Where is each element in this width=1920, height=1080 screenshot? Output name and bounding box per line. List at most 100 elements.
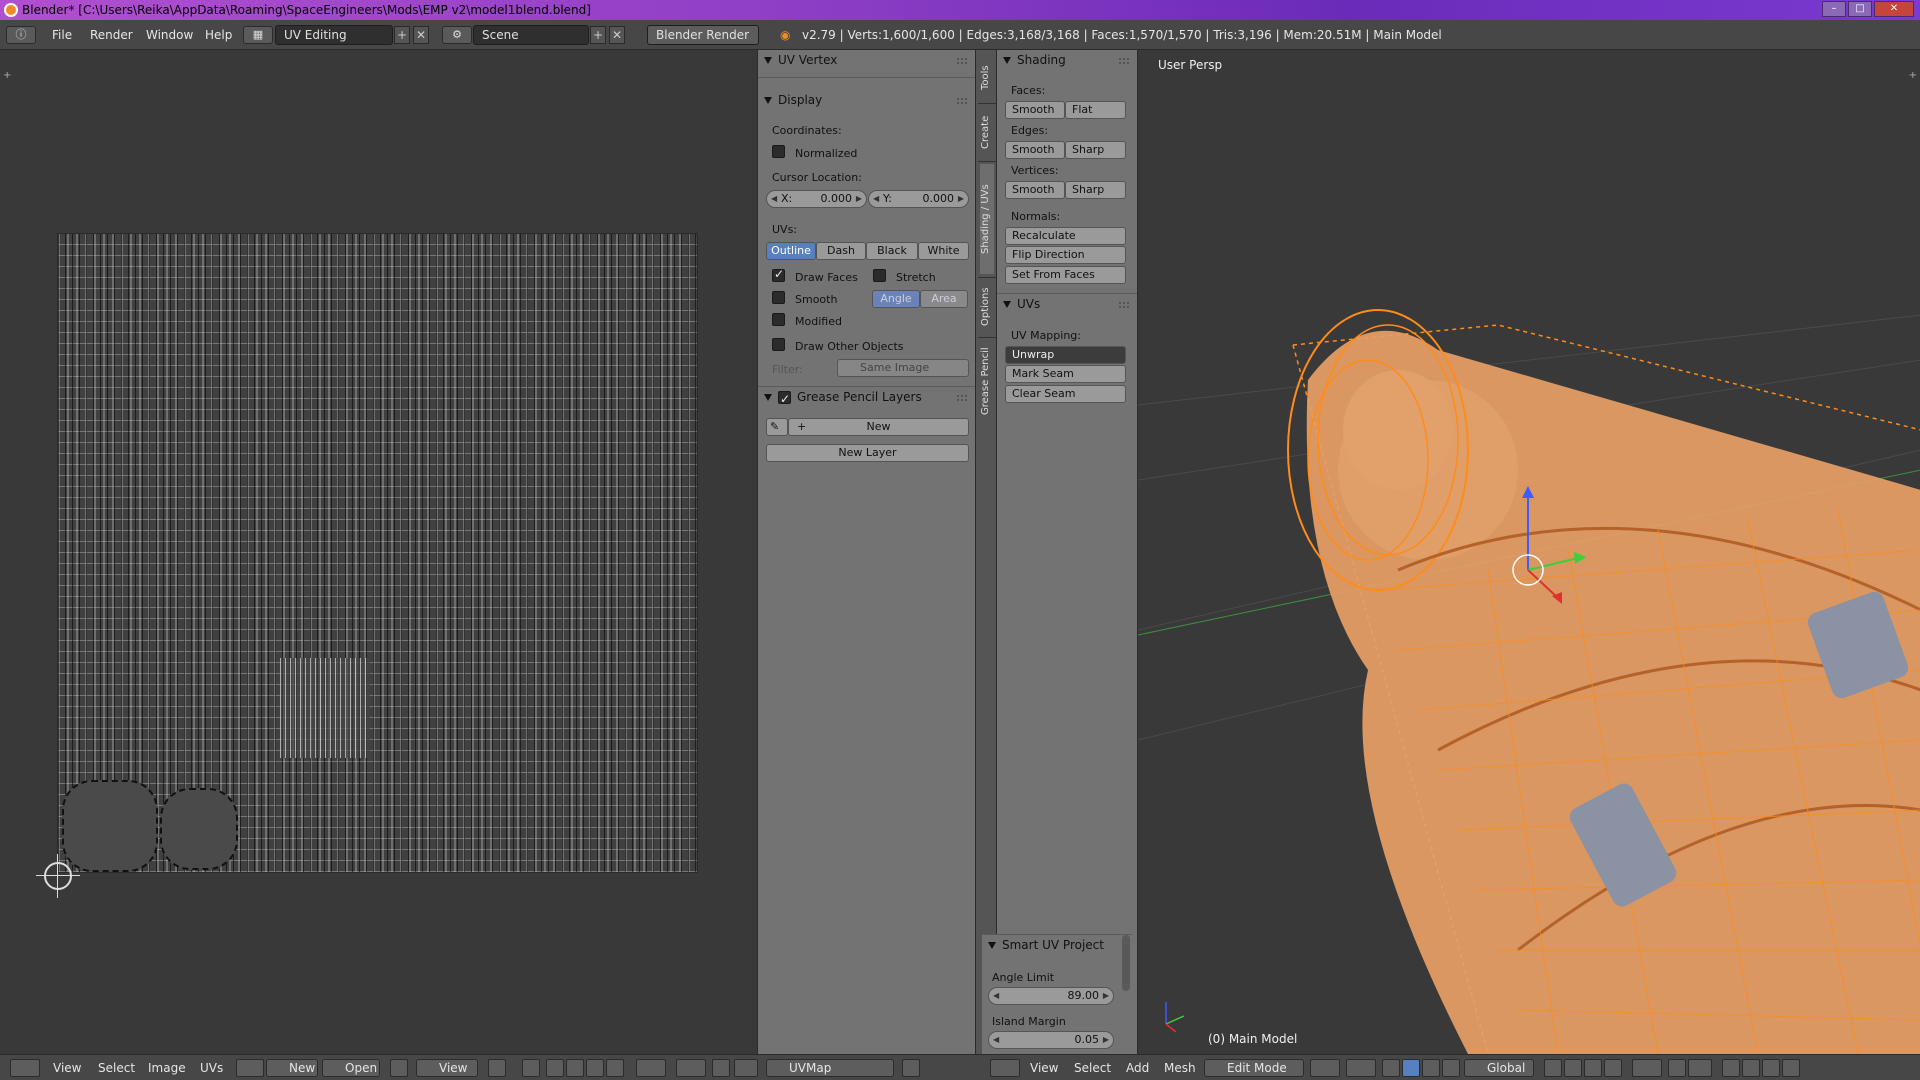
vp-menu-select[interactable]: Select [1074,1055,1111,1080]
uv-menu-uvs[interactable]: UVs [200,1055,223,1080]
render-preview-icon[interactable] [1722,1059,1740,1077]
grease-pencil-new-layer-button[interactable]: New Layer [766,444,969,462]
tab-grease-pencil[interactable]: Grease Pencil [980,340,994,422]
edge-select-mode-icon[interactable] [1564,1059,1582,1077]
recalculate-normals-button[interactable]: Recalculate [1005,227,1126,245]
snap-element-icon[interactable] [734,1059,758,1077]
scene-dropdown[interactable]: Scene [473,25,589,45]
menu-render[interactable]: Render [90,20,133,50]
add-scene-icon[interactable]: + [590,26,606,44]
stretch-area-button[interactable]: Area [920,290,968,308]
2d-cursor-icon[interactable] [36,854,80,898]
minimize-button[interactable]: – [1822,1,1846,17]
vertices-sharp-button[interactable]: Sharp [1065,181,1126,199]
uv-island-strips[interactable] [280,658,370,758]
panel-scrollbar[interactable] [1122,935,1130,991]
edges-smooth-button[interactable]: Smooth [1005,141,1065,159]
maximize-button[interactable]: □ [1848,1,1872,17]
modified-checkbox[interactable] [772,313,785,326]
uv-style-white-button[interactable]: White [918,242,969,260]
normalized-checkbox[interactable] [772,145,785,158]
vertices-smooth-button[interactable]: Smooth [1005,181,1065,199]
uv-island-round-right[interactable] [160,788,238,870]
layers-icon[interactable] [1782,1059,1800,1077]
lock-icon[interactable] [902,1059,920,1077]
view-mode-dropdown[interactable]: View [416,1059,478,1077]
vertex-select-icon[interactable] [546,1059,564,1077]
grease-pencil-panel-header[interactable]: Grease Pencil Layers [764,387,922,409]
snap-toggle-icon[interactable] [1668,1059,1686,1077]
set-from-faces-button[interactable]: Set From Faces [1005,266,1126,284]
sticky-select-icon[interactable] [636,1059,666,1077]
remove-screen-icon[interactable]: ✕ [413,26,429,44]
vertex-select-mode-icon[interactable] [1544,1059,1562,1077]
draw-faces-checkbox[interactable] [772,267,785,282]
remove-scene-icon[interactable]: ✕ [609,26,625,44]
uv-island-round-left[interactable] [62,780,158,872]
menu-window[interactable]: Window [146,20,193,50]
scene-icon[interactable]: ⚙ [442,26,472,44]
render-engine-dropdown[interactable]: Blender Render [647,25,759,45]
image-browse-icon[interactable] [236,1059,264,1077]
screen-layout-dropdown[interactable]: UV Editing [275,25,393,45]
edges-sharp-button[interactable]: Sharp [1065,141,1126,159]
uv-menu-view[interactable]: View [53,1055,81,1080]
stretch-angle-button[interactable]: Angle [872,290,920,308]
manipulator-toggle-icon[interactable] [1382,1059,1400,1077]
open-image-button[interactable]: Open [322,1059,380,1077]
tab-shading-uvs[interactable]: Shading / UVs [980,164,994,274]
opengl-animation-icon[interactable] [1762,1059,1780,1077]
editor-type-image-icon[interactable] [10,1059,40,1077]
uv-menu-image[interactable]: Image [148,1055,186,1080]
grease-pencil-new-button[interactable]: + New [788,418,969,436]
translate-manipulator-icon[interactable] [1402,1059,1420,1077]
island-select-icon[interactable] [606,1059,624,1077]
uvs-panel-header[interactable]: UVs [1003,294,1040,314]
menu-help[interactable]: Help [205,20,232,50]
pivot-icon[interactable] [488,1059,506,1077]
uv-style-black-button[interactable]: Black [866,242,918,260]
uv-image-editor[interactable]: + [0,50,757,1054]
uv-map-dropdown[interactable]: UVMap [766,1059,894,1077]
proportional-edit-icon[interactable] [676,1059,706,1077]
flip-direction-button[interactable]: Flip Direction [1005,246,1126,264]
panel-grip-icon[interactable] [957,98,967,104]
new-image-button[interactable]: New [266,1059,318,1077]
cursor-x-field[interactable]: ◀ X: 0.000 ▶ [766,190,867,208]
angle-limit-field[interactable]: ◀ 89.00 ▶ [988,987,1114,1005]
island-margin-field[interactable]: ◀ 0.05 ▶ [988,1031,1114,1049]
proportional-editing-icon[interactable] [1632,1059,1662,1077]
limit-selection-icon[interactable] [1604,1059,1622,1077]
cursor-y-field[interactable]: ◀ Y: 0.000 ▶ [868,190,969,208]
add-screen-icon[interactable]: + [394,26,410,44]
uv-style-outline-button[interactable]: Outline [766,242,816,260]
panel-grip-icon[interactable] [957,395,967,401]
pin-image-icon[interactable] [390,1059,408,1077]
face-select-mode-icon[interactable] [1584,1059,1602,1077]
vp-menu-add[interactable]: Add [1126,1055,1149,1080]
interaction-mode-dropdown[interactable]: Edit Mode [1204,1059,1304,1077]
face-select-icon[interactable] [586,1059,604,1077]
faces-flat-button[interactable]: Flat [1065,101,1126,119]
tab-options[interactable]: Options [980,280,994,334]
stretch-checkbox[interactable] [873,269,886,282]
transform-orientation-dropdown[interactable]: Global [1464,1059,1534,1077]
smart-uv-project-header[interactable]: Smart UV Project [988,935,1104,955]
editor-type-info-icon[interactable]: ⓘ [6,26,36,44]
uv-mapping-dropdown[interactable]: Unwrap [1005,346,1126,364]
scale-manipulator-icon[interactable] [1442,1059,1460,1077]
snap-icon[interactable] [712,1059,730,1077]
panel-grip-icon[interactable] [957,58,967,64]
viewport-shading-icon[interactable] [1310,1059,1340,1077]
uv-sync-select-icon[interactable] [522,1059,540,1077]
shading-panel-header[interactable]: Shading [1003,50,1066,70]
panel-grip-icon[interactable] [1119,58,1129,64]
menu-file[interactable]: File [52,20,72,50]
grease-pencil-icon[interactable]: ✎ [766,418,788,436]
screen-layout-icon[interactable]: ▦ [243,26,273,44]
opengl-render-icon[interactable] [1742,1059,1760,1077]
region-expand-icon[interactable]: + [3,70,11,81]
draw-other-objects-checkbox[interactable] [772,338,785,351]
filter-dropdown[interactable]: Same Image [837,359,969,377]
tab-create[interactable]: Create [980,106,994,158]
